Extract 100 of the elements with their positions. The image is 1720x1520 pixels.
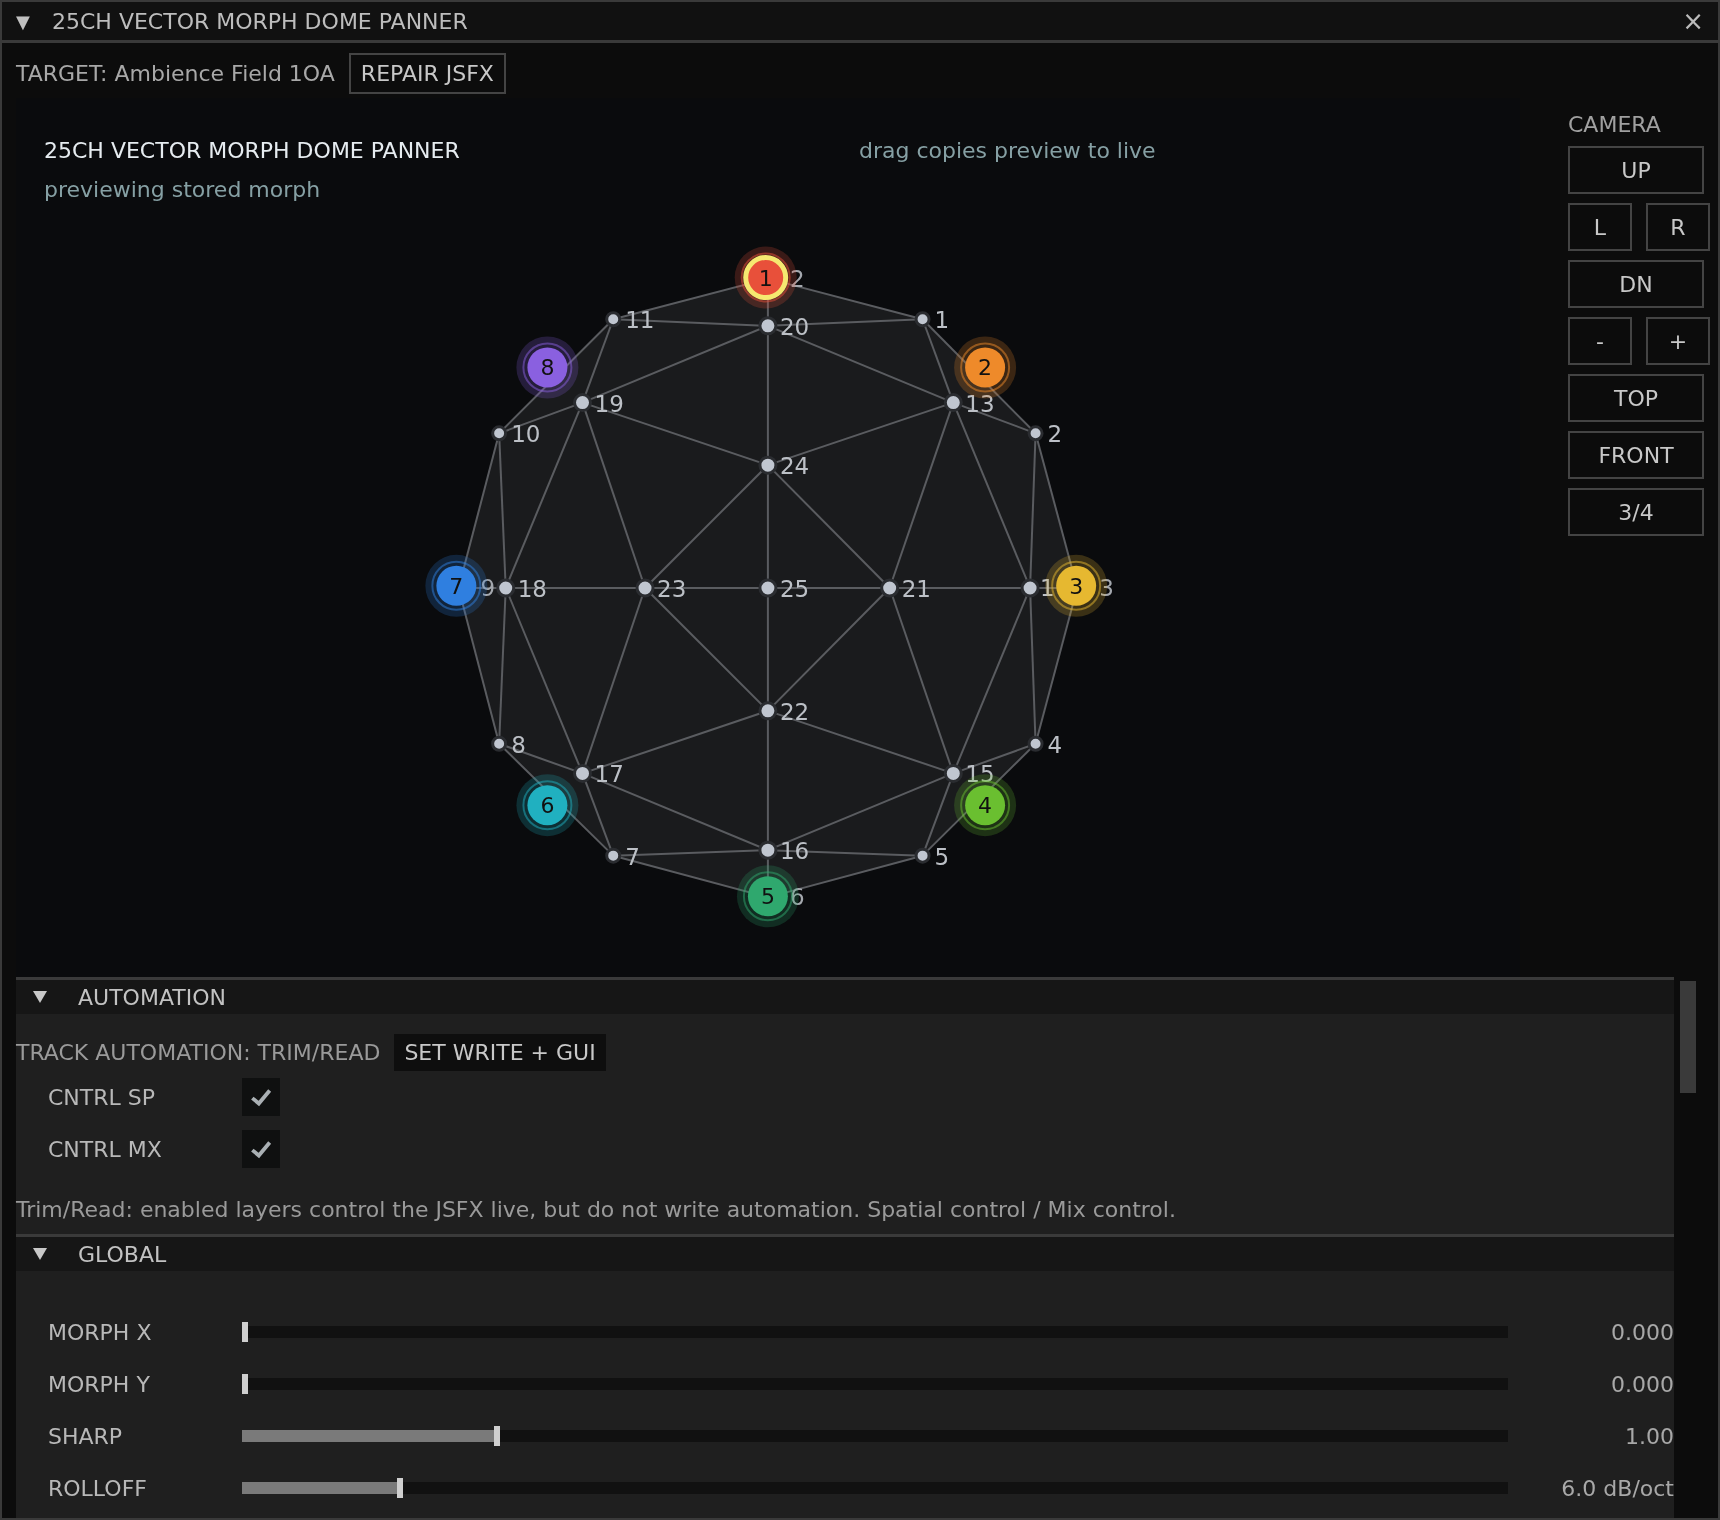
node-dot	[1020, 578, 1040, 598]
camera-button[interactable]: -	[1568, 317, 1632, 365]
node-label: 18	[517, 576, 547, 602]
node-dot	[1027, 425, 1044, 442]
speaker-dot[interactable]	[747, 876, 788, 917]
node-label: 21	[901, 576, 931, 602]
node-dot	[943, 763, 963, 783]
repair-button[interactable]: REPAIR JSFX	[348, 53, 506, 94]
node-dot	[943, 393, 963, 413]
checkbox[interactable]	[242, 1130, 280, 1168]
automation-mode-label: TRACK AUTOMATION: TRIM/READ	[16, 1040, 381, 1065]
node-dot	[758, 316, 778, 336]
node-dot	[1027, 735, 1044, 752]
node-label: 25	[779, 576, 810, 602]
speaker-dot[interactable]	[1056, 565, 1097, 606]
speaker-dot[interactable]	[965, 347, 1006, 388]
camera-button[interactable]: TOP	[1568, 374, 1704, 422]
section-header[interactable]: AUTOMATION	[16, 977, 1674, 1014]
node-label: 17	[594, 761, 624, 788]
speaker-number: 5	[760, 884, 775, 910]
node-dot	[496, 578, 516, 598]
slider-value: 0.000	[1610, 1319, 1674, 1345]
speaker-number: 6	[540, 793, 555, 819]
speaker-dot[interactable]	[965, 785, 1006, 826]
node-label: 11	[625, 307, 655, 334]
collapse-toggle[interactable]: ▼	[16, 10, 38, 32]
node-label: 24	[779, 453, 810, 480]
slider-thumb[interactable]	[242, 1322, 248, 1342]
scrollbar-thumb[interactable]	[1680, 981, 1696, 1093]
camera-button[interactable]: R	[1646, 203, 1710, 251]
camera-button[interactable]: L	[1568, 203, 1632, 251]
camera-button[interactable]: +	[1646, 317, 1710, 365]
section-header[interactable]: GLOBAL	[16, 1234, 1674, 1271]
node-label: 4	[1047, 731, 1063, 758]
node-dot	[573, 393, 592, 413]
window-title: 25CH VECTOR MORPH DOME PANNER	[52, 8, 469, 34]
node-dot	[914, 311, 931, 328]
node-dot	[605, 847, 622, 864]
speaker-number: 4	[978, 793, 993, 819]
speaker-number: 1	[758, 265, 773, 291]
slider-value: 1.00	[1624, 1423, 1674, 1449]
camera-button[interactable]: 3/4	[1568, 488, 1704, 536]
slider-thumb[interactable]	[396, 1478, 403, 1498]
node-dot	[914, 847, 931, 864]
hint-text: drag copies preview to live	[859, 138, 1156, 165]
section-title: AUTOMATION	[78, 984, 226, 1010]
section-title: GLOBAL	[78, 1241, 167, 1267]
node-label: 20	[779, 313, 810, 340]
node-label: 19	[594, 390, 624, 417]
view-title: 25CH VECTOR MORPH DOME PANNER	[44, 138, 461, 163]
node-label: 3	[1099, 575, 1114, 601]
slider-thumb[interactable]	[242, 1374, 248, 1394]
node-dot	[880, 578, 900, 598]
node-label: 7	[625, 843, 640, 870]
node-label: 8	[511, 731, 526, 758]
node-dot	[758, 455, 778, 475]
node-dot	[491, 425, 508, 442]
speaker-dot[interactable]	[436, 565, 477, 606]
speaker-dot[interactable]	[743, 255, 789, 301]
camera-label: CAMERA	[1568, 112, 1662, 137]
node-label: 5	[934, 843, 950, 870]
target-label: TARGET: Ambience Field 1OA	[16, 61, 335, 86]
node-dot	[605, 311, 622, 328]
node-label: 2	[789, 265, 805, 292]
status-text: previewing stored morph	[44, 177, 322, 202]
camera-button[interactable]: FRONT	[1568, 431, 1704, 479]
node-label: 10	[511, 421, 541, 448]
option-label: CNTRL SP	[48, 1084, 157, 1110]
close-button[interactable]: ×	[1682, 6, 1704, 36]
node-dot	[758, 840, 778, 860]
node-label: 13	[965, 390, 995, 417]
set-write-button[interactable]: SET WRITE + GUI	[394, 1034, 606, 1071]
node-dot	[573, 763, 592, 783]
slider-value: 0.000	[1610, 1371, 1674, 1397]
node-dot	[758, 578, 778, 598]
option-label: CNTRL MX	[48, 1136, 163, 1162]
checkbox[interactable]	[242, 1078, 280, 1116]
slider-label: SHARP	[48, 1423, 124, 1449]
slider-thumb[interactable]	[494, 1426, 500, 1446]
node-label: 1	[1040, 575, 1055, 601]
speaker-number: 7	[449, 573, 464, 599]
node-label: 22	[779, 698, 810, 725]
automation-note: Trim/Read: enabled layers control the JSFX live, but do not write automation. Spatial control / Mix control.	[16, 1197, 1177, 1222]
camera-button[interactable]: DN	[1568, 260, 1704, 308]
node-label: 6	[789, 884, 805, 911]
speaker-number: 2	[978, 355, 993, 381]
speaker-dot[interactable]	[527, 785, 568, 826]
node-label: 23	[657, 576, 687, 602]
node-label: 16	[779, 838, 810, 865]
slider-label: ROLLOFF	[48, 1475, 148, 1501]
node-dot	[758, 701, 778, 721]
node-label: 9	[480, 575, 496, 601]
speaker-dot[interactable]	[527, 347, 568, 388]
slider-value: 6.0 dB/oct	[1560, 1475, 1674, 1501]
node-label: 15	[965, 761, 995, 788]
caret-icon	[32, 1247, 48, 1261]
speaker-number: 8	[540, 355, 555, 381]
node-dot	[491, 735, 508, 752]
camera-button[interactable]: UP	[1568, 146, 1704, 194]
slider-label: MORPH X	[48, 1319, 153, 1345]
